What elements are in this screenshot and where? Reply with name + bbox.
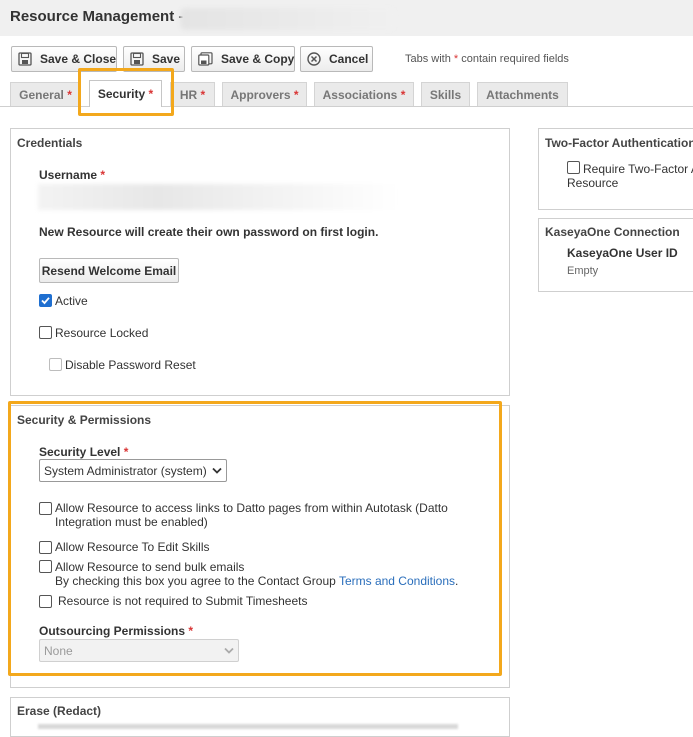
require-two-factor-label-line2: Resource (567, 176, 619, 190)
page-title: Resource Management - (10, 8, 184, 25)
disable-password-reset-label: Disable Password Reset (65, 358, 196, 372)
save-label: Save (152, 52, 181, 66)
cancel-label: Cancel (329, 52, 369, 66)
erase-description-cut-off (38, 724, 458, 729)
save-icon (18, 52, 32, 66)
required-note-prefix: Tabs with (405, 53, 451, 65)
credentials-title: Credentials (17, 136, 83, 150)
checkmark-icon (41, 297, 50, 305)
two-factor-title: Two-Factor Authentication (545, 136, 693, 150)
kaseya-title: KaseyaOne Connection (545, 225, 680, 239)
disable-password-reset-checkbox[interactable] (49, 358, 62, 371)
tab-approvers[interactable]: Approvers * (222, 82, 307, 106)
active-checkbox[interactable] (39, 294, 52, 307)
resource-locked-label: Resource Locked (55, 326, 149, 340)
active-label: Active (55, 294, 88, 308)
highlight-security-permissions (8, 401, 502, 676)
username-label: Username * (39, 168, 105, 182)
resend-button-label: Resend Welcome Email (41, 263, 177, 278)
require-two-factor-label-line1: Require Two-Factor A (583, 162, 693, 176)
tab-label: Attachments (486, 87, 559, 102)
erase-title: Erase (Redact) (17, 704, 102, 718)
required-star: * (453, 53, 459, 65)
tab-label: General (19, 87, 64, 102)
tab-attachments[interactable]: Attachments (477, 82, 568, 106)
save-copy-icon (198, 52, 213, 66)
redacted-resource-name (180, 8, 395, 30)
password-note: New Resource will create their own passw… (39, 225, 379, 239)
redacted-username (38, 184, 398, 210)
save-close-label: Save & Close (40, 52, 117, 66)
required-star: * (67, 87, 72, 102)
save-copy-label: Save & Copy (221, 52, 295, 66)
resend-welcome-email-button[interactable]: Resend Welcome Email (39, 258, 179, 283)
kaseya-user-id-label: KaseyaOne User ID (567, 246, 678, 260)
require-two-factor-checkbox[interactable] (567, 161, 580, 174)
tab-hr[interactable]: HR * (170, 82, 215, 106)
save-copy-button[interactable]: Save & Copy (191, 46, 295, 72)
required-star: * (293, 87, 299, 102)
tab-label: HR (179, 87, 198, 102)
save-icon (130, 52, 144, 66)
required-star: * (200, 87, 206, 102)
tab-label: Skills (429, 87, 462, 102)
required-star: * (400, 87, 406, 102)
resource-locked-checkbox[interactable] (39, 326, 52, 339)
kaseya-user-id-value: Empty (567, 265, 599, 277)
required-note-suffix: contain required fields (461, 53, 569, 65)
tab-label: Approvers (230, 87, 291, 102)
tab-general[interactable]: General * (10, 82, 81, 106)
cancel-icon (307, 52, 321, 66)
username-label-text: Username (39, 168, 98, 182)
cancel-button[interactable]: Cancel (300, 46, 373, 72)
highlight-security-tab (78, 68, 174, 116)
required-star: * (100, 168, 106, 182)
required-fields-note: Tabs with * contain required fields (405, 53, 569, 65)
tab-skills[interactable]: Skills (421, 82, 470, 106)
tab-label: Associations (322, 87, 398, 102)
tab-associations[interactable]: Associations * (314, 82, 414, 106)
